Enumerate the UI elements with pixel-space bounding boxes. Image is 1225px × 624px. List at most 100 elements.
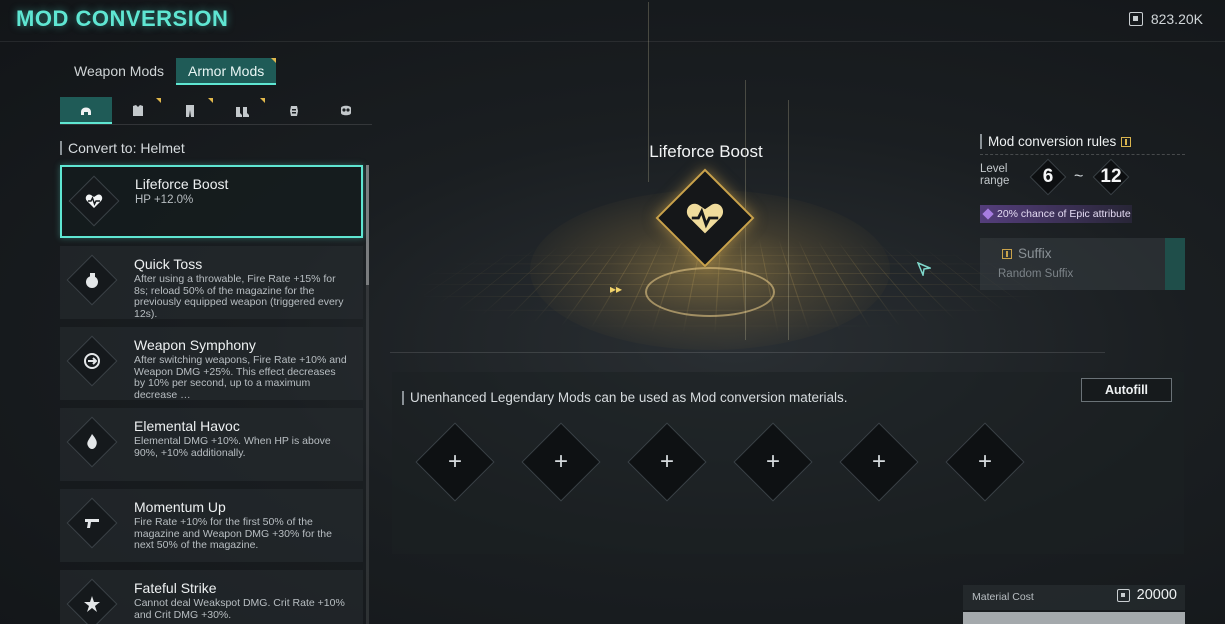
material-cost-value: 20000: [1116, 587, 1177, 603]
currency-display: 823.20K: [1128, 11, 1203, 27]
boots-icon: [236, 106, 249, 117]
mod-icon-frame: [66, 578, 118, 624]
mod-name: Elemental Havoc: [134, 418, 240, 434]
mod-name: Weapon Symphony: [134, 337, 256, 353]
swap-icon: [84, 353, 100, 369]
plus-icon: +: [977, 448, 992, 475]
category-gloves[interactable]: [268, 97, 320, 124]
new-indicator: [271, 58, 277, 63]
level-min-value: 6: [1042, 166, 1054, 187]
tab-label: Weapon Mods: [74, 63, 165, 79]
mod-card-quick-toss[interactable]: Quick Toss After using a throwable, Fire…: [60, 246, 363, 319]
heart-icon: [686, 203, 724, 234]
category-mask[interactable]: [320, 97, 372, 124]
tab-label: Armor Mods: [188, 63, 265, 79]
suffix-accent: [1165, 238, 1185, 290]
mod-description: Fire Rate +10% for the first 50% of the …: [134, 516, 332, 551]
category-pants[interactable]: [164, 97, 216, 124]
autofill-button[interactable]: Autofill: [1081, 378, 1172, 402]
mod-description: Elemental DMG +10%. When HP is above 90%…: [134, 435, 331, 459]
new-indicator: [208, 98, 213, 103]
tab-armor-mods[interactable]: Armor Mods: [176, 58, 277, 85]
level-max-value: 12: [1100, 166, 1122, 187]
level-range-row: Level range 6 ~ 12: [980, 155, 1185, 205]
material-slot-2[interactable]: +: [521, 422, 601, 502]
category-chest[interactable]: [112, 97, 164, 124]
materials-label: Unenhanced Legendary Mods can be used as…: [402, 391, 848, 405]
mod-name: Quick Toss: [134, 256, 203, 272]
light-beam: [788, 100, 789, 340]
plus-icon: +: [765, 448, 780, 475]
grenade-icon: [86, 273, 98, 288]
mod-card-momentum-up[interactable]: Momentum Up Fire Rate +10% for the first…: [60, 489, 363, 562]
material-cost-label: Material Cost: [972, 591, 1034, 603]
double-chevron-icon: ▸▸: [610, 282, 623, 296]
mod-icon-frame: [68, 175, 120, 227]
mod-list-scroll-thumb[interactable]: [366, 165, 369, 285]
tab-weapon-mods[interactable]: Weapon Mods: [62, 58, 176, 85]
new-indicator: [156, 98, 161, 103]
preview-mod-name: Lifeforce Boost: [649, 142, 763, 161]
level-range-label: Level range: [980, 163, 1010, 187]
header-divider: [0, 41, 1225, 42]
epic-diamond-icon: [982, 208, 994, 220]
material-cost-bar: Material Cost 20000: [963, 585, 1185, 610]
mod-card-fateful-strike[interactable]: Fateful Strike Cannot deal Weakspot DMG.…: [60, 570, 363, 624]
suffix-box: Suffix Random Suffix: [980, 238, 1185, 290]
material-slot-4[interactable]: +: [733, 422, 813, 502]
strike-icon: [84, 596, 100, 612]
mod-name: Lifeforce Boost: [135, 176, 229, 192]
mod-description: Cannot deal Weakspot DMG. Crit Rate +10%…: [134, 597, 345, 621]
currency-icon: [1128, 12, 1143, 26]
mod-list: Lifeforce Boost HP +12.0% Quick Toss Aft…: [60, 165, 363, 624]
conversion-rules-panel: Mod conversion rules Level range 6 ~ 12 …: [980, 134, 1185, 290]
plus-icon: +: [659, 448, 674, 475]
material-slot-5[interactable]: +: [839, 422, 919, 502]
mod-description: After using a throwable, Fire Rate +15% …: [134, 273, 344, 320]
mod-icon-frame: [66, 335, 118, 387]
plus-icon: +: [871, 448, 886, 475]
preview-ring: [645, 267, 775, 317]
mod-name: Momentum Up: [134, 499, 226, 515]
level-range-tilde: ~: [1074, 168, 1084, 185]
plus-icon: +: [553, 448, 568, 475]
currency-icon: [1116, 588, 1130, 602]
rules-title-text: Mod conversion rules: [988, 134, 1117, 149]
epic-chance-text: 20% chance of Epic attribute: [997, 208, 1131, 220]
convert-to-label: Convert to: Helmet: [60, 141, 185, 155]
plus-icon: +: [447, 448, 462, 475]
mod-icon-frame: [66, 497, 118, 549]
top-bar: MOD CONVERSION 823.20K: [0, 0, 1225, 42]
level-min-badge: 6: [1029, 158, 1067, 196]
material-slot-3[interactable]: +: [627, 422, 707, 502]
mask-icon: [341, 105, 351, 115]
mod-description: After switching weapons, Fire Rate +10% …: [134, 354, 347, 401]
material-slot-1[interactable]: +: [415, 422, 495, 502]
mod-description: HP +12.0%: [135, 194, 194, 206]
pants-icon: [186, 104, 194, 117]
chest-armor-icon: [133, 104, 143, 116]
armor-category-bar: [60, 97, 372, 125]
mod-card-weapon-symphony[interactable]: Weapon Symphony After switching weapons,…: [60, 327, 363, 400]
suffix-title: Suffix: [1002, 246, 1052, 261]
level-max-badge: 12: [1092, 158, 1130, 196]
material-cost-amount: 20000: [1136, 587, 1177, 603]
stage-floor-line: [390, 352, 1105, 353]
mod-type-tabs: Weapon Mods Armor Mods: [62, 58, 277, 85]
element-icon: [87, 434, 97, 449]
page-title: MOD CONVERSION: [16, 6, 229, 31]
materials-panel: Unenhanced Legendary Mods can be used as…: [392, 372, 1184, 554]
material-slot-6[interactable]: +: [945, 422, 1025, 502]
helmet-icon: [81, 107, 91, 115]
suffix-icon: [1002, 248, 1012, 259]
mod-card-elemental-havoc[interactable]: Elemental Havoc Elemental DMG +10%. When…: [60, 408, 363, 481]
info-icon[interactable]: [1121, 136, 1132, 147]
category-helmet[interactable]: [60, 97, 112, 124]
mod-icon-frame: [66, 416, 118, 468]
currency-amount: 823.20K: [1150, 11, 1203, 27]
convert-button[interactable]: [963, 612, 1185, 624]
rules-title: Mod conversion rules: [980, 134, 1185, 149]
mod-card-lifeforce-boost[interactable]: Lifeforce Boost HP +12.0%: [60, 165, 363, 238]
new-indicator: [260, 98, 265, 103]
category-boots[interactable]: [216, 97, 268, 124]
